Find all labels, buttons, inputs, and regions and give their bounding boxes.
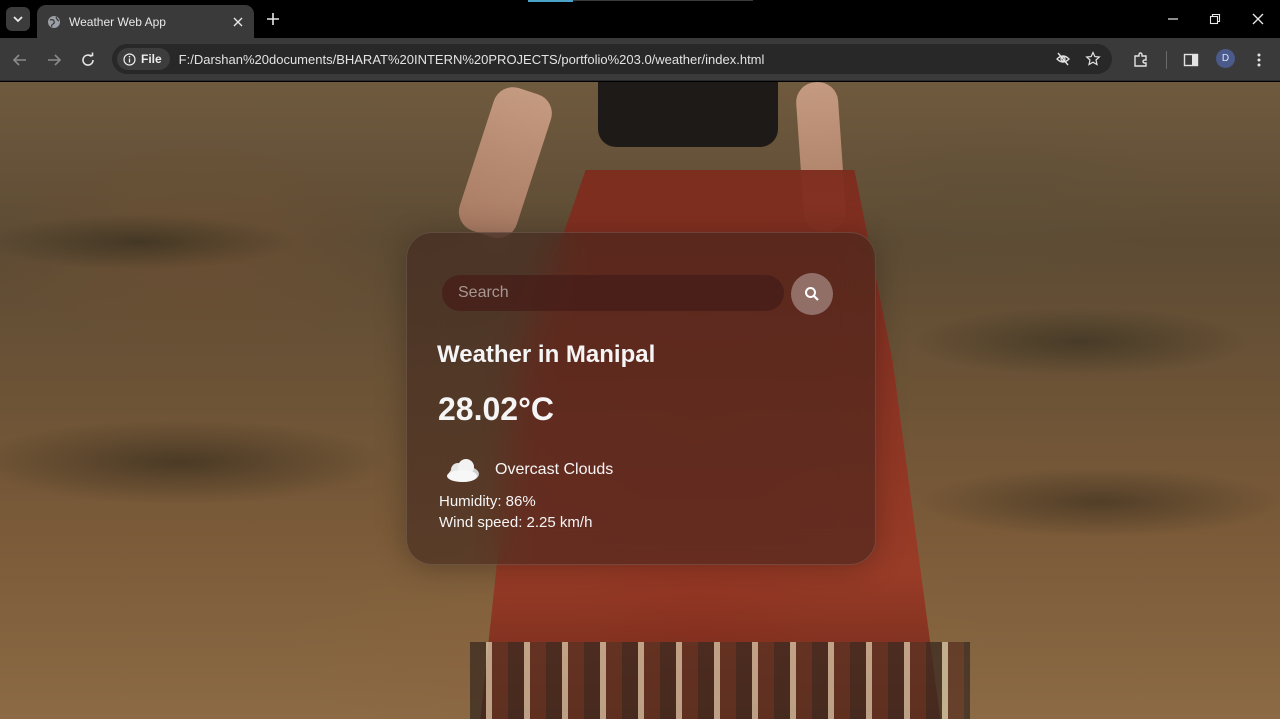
browser-tab-bar: Weather Web App — [0, 0, 1280, 38]
close-tab-icon[interactable] — [229, 13, 247, 31]
weather-card: Weather in Manipal 28.02°C Overcast Clou… — [406, 232, 876, 565]
temperature: 28.02°C — [438, 391, 554, 427]
minimize-icon — [1168, 18, 1178, 20]
eye-off-icon[interactable] — [1052, 48, 1074, 70]
search-bar — [442, 273, 842, 315]
close-window-button[interactable] — [1246, 8, 1270, 30]
wind-speed-text: Wind speed: 2.25 km/h — [439, 514, 593, 531]
arrow-left-icon — [12, 54, 26, 66]
search-icon — [805, 287, 819, 301]
search-input[interactable] — [442, 275, 784, 311]
tab-title: Weather Web App — [69, 14, 166, 29]
reload-icon — [82, 52, 94, 66]
page-viewport: Weather in Manipal 28.02°C Overcast Clou… — [0, 82, 1280, 719]
cloud-icon — [447, 459, 479, 482]
extensions-button[interactable] — [1129, 48, 1153, 72]
minimize-button[interactable] — [1161, 8, 1185, 30]
background-photo-skirt-border — [470, 642, 970, 719]
chevron-down-icon — [13, 16, 23, 23]
globe-icon — [47, 15, 61, 29]
profile-avatar[interactable]: D — [1216, 49, 1235, 68]
bookmark-star-icon[interactable] — [1082, 48, 1104, 70]
address-bar[interactable]: File F:/Darshan%20documents/BHARAT%20INT… — [112, 44, 1112, 74]
search-button[interactable] — [791, 273, 833, 315]
kebab-menu-icon — [1257, 53, 1261, 67]
weather-condition: Overcast Clouds — [443, 455, 613, 485]
toolbar-divider — [1166, 51, 1167, 69]
tab-strip-accent — [528, 0, 573, 2]
site-info-chip[interactable]: File — [117, 48, 170, 70]
close-icon — [1252, 13, 1264, 25]
weather-description: Overcast Clouds — [495, 461, 614, 478]
browser-tab-active[interactable]: Weather Web App — [37, 5, 254, 38]
background-photo-top — [598, 82, 778, 147]
side-panel-button[interactable] — [1179, 48, 1203, 72]
info-icon — [123, 52, 136, 66]
file-chip-label: File — [141, 52, 162, 66]
reload-button[interactable] — [76, 48, 100, 72]
restore-icon — [1209, 13, 1221, 25]
new-tab-button[interactable] — [262, 8, 284, 30]
back-button[interactable] — [8, 48, 32, 72]
side-panel-icon — [1183, 53, 1199, 67]
restore-button[interactable] — [1203, 8, 1227, 30]
browser-toolbar: File F:/Darshan%20documents/BHARAT%20INT… — [0, 38, 1280, 81]
browser-menu-button[interactable] — [1247, 48, 1271, 72]
humidity-text: Humidity: 86% — [439, 493, 536, 510]
url-text[interactable]: F:/Darshan%20documents/BHARAT%20INTERN%2… — [179, 52, 1052, 67]
city-heading: Weather in Manipal — [437, 341, 656, 368]
tab-search-button[interactable] — [6, 7, 30, 31]
arrow-right-icon — [48, 54, 62, 66]
tab-strip-divider — [573, 0, 753, 1]
puzzle-icon — [1134, 52, 1147, 67]
plus-icon — [267, 13, 279, 25]
forward-button[interactable] — [42, 48, 66, 72]
